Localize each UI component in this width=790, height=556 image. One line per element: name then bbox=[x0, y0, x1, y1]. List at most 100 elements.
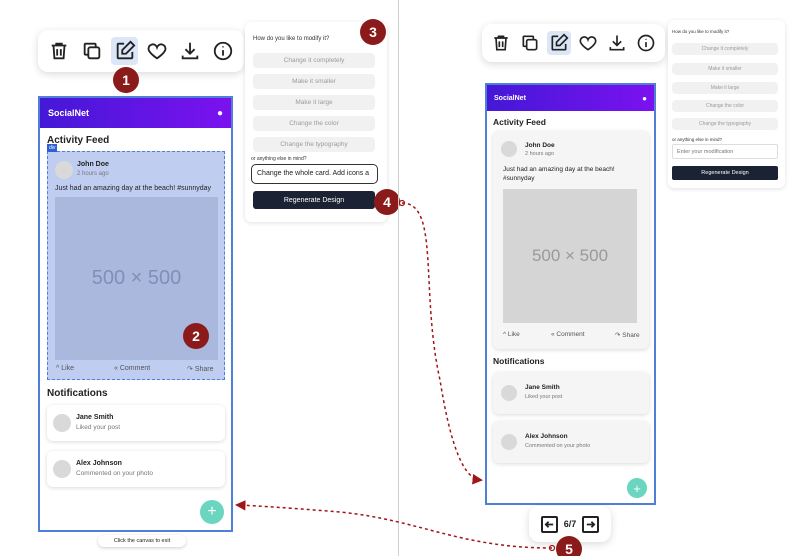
feed-title: Activity Feed bbox=[493, 117, 546, 127]
option-change-typography[interactable]: Change the typography bbox=[253, 137, 375, 152]
share-label: Share bbox=[194, 366, 214, 373]
download-button[interactable] bbox=[177, 37, 204, 65]
like-label: Like bbox=[61, 365, 75, 372]
arrow-left-icon bbox=[544, 520, 553, 528]
panel-divider bbox=[398, 0, 399, 556]
left-app-canvas[interactable]: SocialNet ● Activity Feed div · John Doe… bbox=[38, 96, 233, 532]
duplicate-button[interactable] bbox=[518, 31, 542, 55]
callout-2: 2 bbox=[183, 323, 209, 349]
info-button[interactable] bbox=[209, 37, 236, 65]
notifications-title: Notifications bbox=[47, 388, 108, 399]
share-button[interactable]: ↷ Share bbox=[615, 331, 640, 339]
share-button[interactable]: ↷ Share bbox=[187, 365, 214, 373]
option-change-color[interactable]: Change the color bbox=[253, 116, 375, 131]
delete-button[interactable] bbox=[489, 31, 513, 55]
comment-label: Comment bbox=[556, 331, 585, 338]
comment-button[interactable]: « Comment bbox=[114, 365, 150, 372]
download-button[interactable] bbox=[605, 31, 629, 55]
notification-item[interactable]: · Alex Johnson Commented on your photo bbox=[47, 451, 225, 487]
selection-tag: div bbox=[47, 144, 58, 152]
previous-button[interactable] bbox=[540, 515, 558, 533]
delete-button[interactable] bbox=[46, 37, 73, 65]
left-toolbar bbox=[38, 30, 244, 72]
option-change-color[interactable]: Change the color bbox=[672, 100, 778, 112]
favorite-button[interactable] bbox=[576, 31, 600, 55]
modify-question: How do you like to modify it? bbox=[672, 29, 730, 34]
right-app-canvas[interactable]: SocialNet ● Activity Feed · John Doe 2 h… bbox=[485, 83, 656, 505]
modification-input[interactable] bbox=[672, 144, 778, 159]
option-label: Change it completely bbox=[701, 46, 749, 52]
plus-icon: + bbox=[633, 480, 641, 496]
notification-text: Commented on your photo bbox=[76, 470, 153, 477]
modification-input[interactable]: Change the whole card. Add icons a bbox=[251, 164, 378, 184]
edit-icon bbox=[116, 40, 136, 60]
like-button[interactable]: ^ Like bbox=[503, 331, 520, 338]
option-make-smaller[interactable]: Make it smaller bbox=[672, 63, 778, 75]
callout-3: 3 bbox=[360, 19, 386, 45]
plus-icon: + bbox=[207, 503, 217, 520]
option-label: Change the color bbox=[289, 120, 339, 127]
exit-hint-label: Click the canvas to exit bbox=[113, 538, 171, 544]
comment-button[interactable]: « Comment bbox=[551, 331, 585, 338]
notification-avatar: · bbox=[501, 434, 517, 450]
option-make-smaller[interactable]: Make it smaller bbox=[253, 74, 375, 89]
post-card[interactable]: · John Doe 2 hours ago Just had an amazi… bbox=[493, 131, 649, 349]
notification-name: Jane Smith bbox=[76, 414, 114, 421]
other-label: or anything else in mind? bbox=[251, 156, 307, 162]
notification-name: Alex Johnson bbox=[525, 433, 568, 440]
option-change-completely[interactable]: Change it completely bbox=[253, 53, 375, 68]
favorite-button[interactable] bbox=[144, 37, 171, 65]
like-button[interactable]: ^ Like bbox=[56, 365, 74, 372]
notification-item[interactable]: · Alex Johnson Commented on your photo bbox=[493, 421, 649, 463]
option-label: Change the typography bbox=[280, 141, 348, 148]
post-time: 2 hours ago bbox=[77, 171, 109, 177]
option-label: Make it smaller bbox=[292, 78, 336, 85]
notification-avatar: · bbox=[501, 385, 517, 401]
heart-icon bbox=[579, 36, 597, 51]
next-button[interactable] bbox=[582, 515, 600, 533]
regenerate-button[interactable]: Regenerate Design bbox=[672, 166, 778, 180]
app-title: SocialNet bbox=[48, 108, 90, 118]
post-image-placeholder: 500 × 500 bbox=[503, 189, 637, 323]
image-size-label: 500 × 500 bbox=[531, 246, 609, 265]
copy-icon bbox=[522, 35, 538, 51]
option-label: Change the color bbox=[705, 103, 745, 109]
notification-name: Alex Johnson bbox=[76, 460, 122, 467]
post-text: Just had an amazing day at the beach! #s… bbox=[55, 185, 212, 192]
arrow-regenerate-to-result bbox=[401, 202, 483, 485]
notification-item[interactable]: · Jane Smith Liked your post bbox=[493, 372, 649, 414]
exit-hint[interactable]: Click the canvas to exit bbox=[98, 535, 186, 547]
duplicate-button[interactable] bbox=[79, 37, 106, 65]
option-label: Change it completely bbox=[283, 57, 345, 64]
notification-item[interactable]: · Jane Smith Liked your post bbox=[47, 405, 225, 441]
post-author: John Doe bbox=[525, 142, 555, 149]
callout-5: 5 bbox=[556, 536, 582, 556]
option-change-typography[interactable]: Change the typography bbox=[672, 118, 778, 130]
other-label: or anything else in mind? bbox=[672, 137, 723, 142]
edit-icon bbox=[551, 33, 569, 51]
app-title: SocialNet bbox=[494, 94, 526, 102]
heart-icon bbox=[147, 43, 167, 60]
info-button[interactable] bbox=[634, 31, 658, 55]
arrow-right-icon bbox=[587, 520, 596, 528]
edit-button[interactable] bbox=[547, 31, 571, 55]
option-change-completely[interactable]: Change it completely bbox=[672, 43, 778, 55]
notification-name: Jane Smith bbox=[525, 384, 560, 391]
option-label: Make it large bbox=[295, 99, 333, 106]
notifications-title: Notifications bbox=[493, 356, 545, 366]
option-make-large[interactable]: Make it large bbox=[253, 95, 375, 110]
copy-icon bbox=[83, 42, 101, 60]
left-app-bar: SocialNet ● bbox=[40, 98, 231, 128]
notification-text: Liked your post bbox=[76, 424, 121, 431]
post-text: Just had an amazing day at the beach! #s… bbox=[503, 166, 615, 182]
notification-avatar: · bbox=[53, 414, 71, 432]
right-modify-panel: How do you like to modify it? Change it … bbox=[668, 20, 785, 188]
add-fab-button[interactable]: + bbox=[200, 500, 224, 524]
edit-button[interactable] bbox=[111, 37, 139, 65]
notification-icon[interactable]: ● bbox=[217, 108, 223, 119]
notification-icon[interactable]: ● bbox=[642, 94, 647, 103]
regenerate-button[interactable]: Regenerate Design bbox=[253, 191, 375, 209]
option-make-large[interactable]: Make it large bbox=[672, 82, 778, 94]
add-fab-button[interactable]: + bbox=[627, 478, 647, 498]
comment-label: Comment bbox=[119, 365, 151, 372]
